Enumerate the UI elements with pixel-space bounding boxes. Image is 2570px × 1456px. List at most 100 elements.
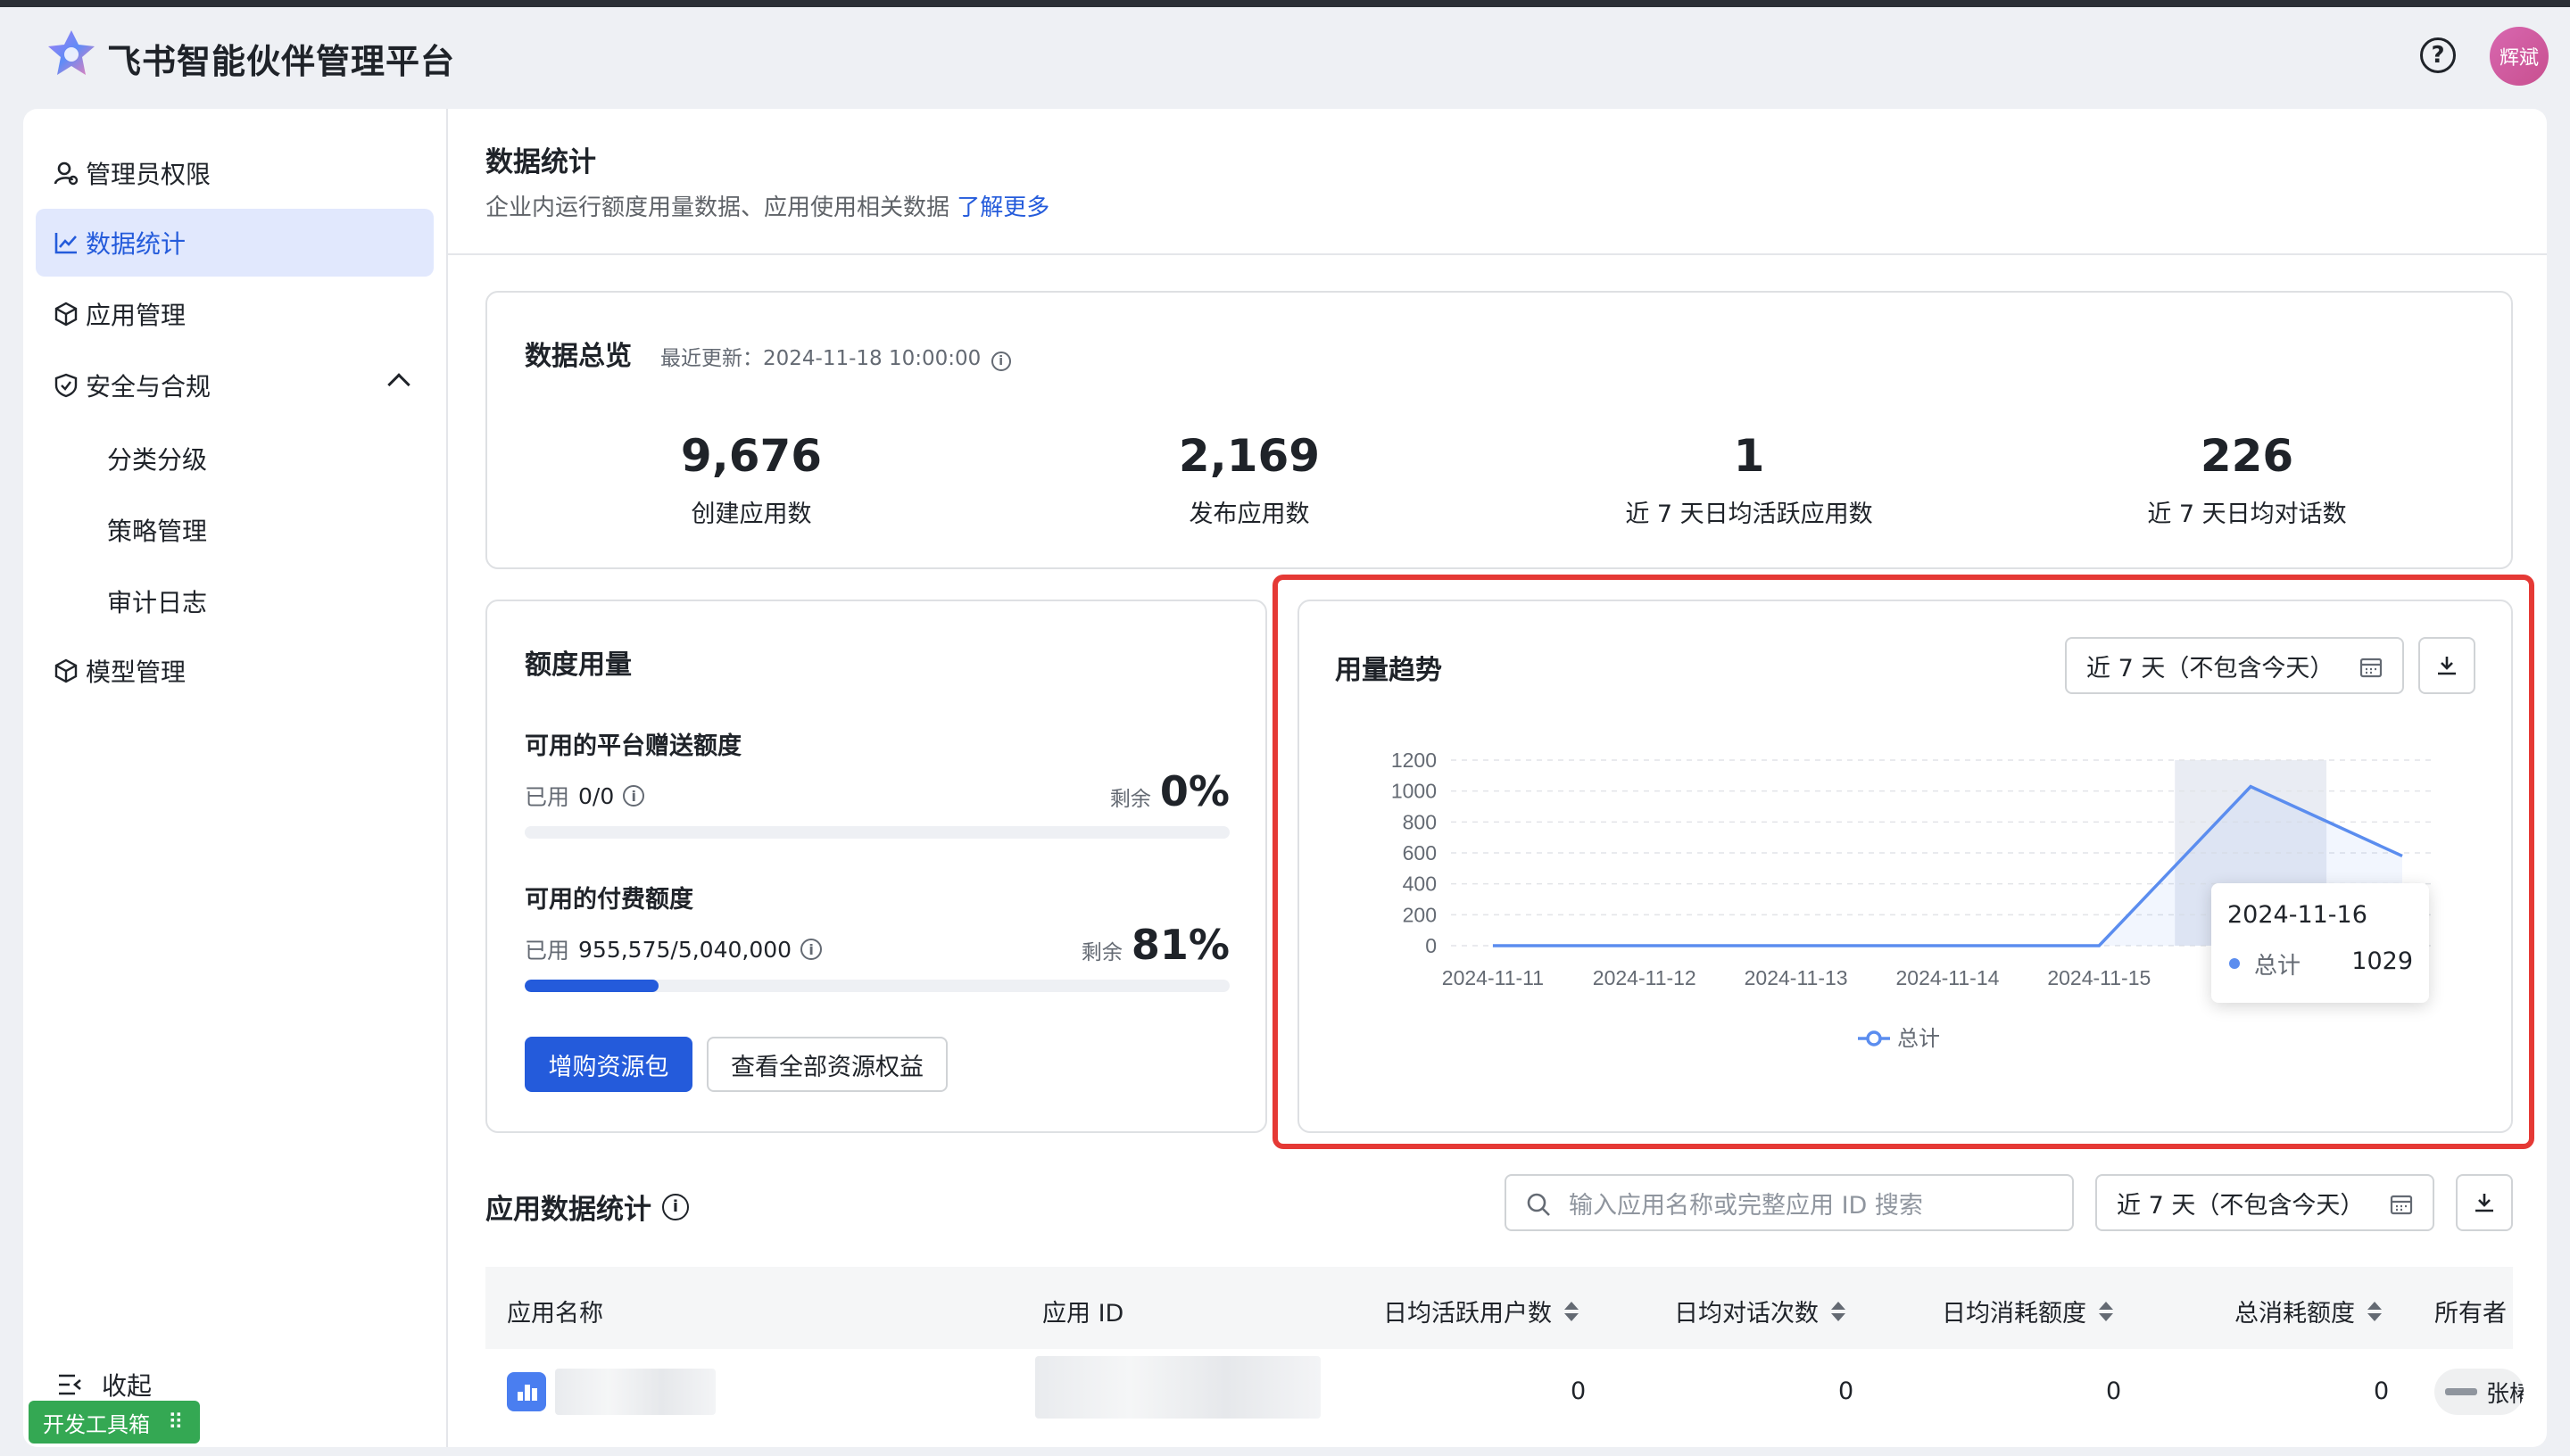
tooltip-series-name: 总计 (2254, 953, 2301, 980)
platform-remaining-value: 0% (1159, 767, 1230, 815)
cell-total-quota: 0 (2374, 1377, 2390, 1405)
stat-published-apps: 2,169 发布应用数 (1062, 430, 1437, 529)
info-icon[interactable]: i (662, 1193, 689, 1220)
sidebar-item-model-management[interactable]: 模型管理 (36, 637, 434, 705)
sort-icon[interactable] (1831, 1301, 1845, 1321)
page-description: 企业内运行额度用量数据、应用使用相关数据 了解更多 (485, 189, 1049, 222)
platform-quota-label: 可用的平台赠送额度 (525, 732, 742, 760)
stat-daily-active-apps: 1 近 7 天日均活跃应用数 (1562, 430, 1936, 529)
stat-value: 226 (2200, 430, 2294, 482)
quota-title: 额度用量 (525, 649, 632, 681)
window-top-bar (0, 0, 2570, 7)
remaining-label: 剩余 (1081, 941, 1123, 964)
x-tick-label: 2024-11-13 (1745, 966, 1848, 989)
y-tick-label: 600 (1403, 841, 1437, 864)
column-active-users[interactable]: 日均活跃用户数 (1383, 1294, 1579, 1328)
paid-quota-bar-fill (525, 980, 659, 992)
y-tick-label: 1200 (1391, 749, 1437, 772)
app-logo-icon (48, 30, 95, 75)
learn-more-link[interactable]: 了解更多 (957, 194, 1049, 221)
help-icon[interactable]: ? (2420, 37, 2456, 73)
sidebar-subitem-audit-log[interactable]: 审计日志 (107, 583, 207, 619)
app-search-input[interactable]: 输入应用名称或完整应用 ID 搜索 (1505, 1174, 2074, 1231)
sort-icon[interactable] (2099, 1301, 2113, 1321)
page-description-text: 企业内运行额度用量数据、应用使用相关数据 (485, 194, 950, 221)
stat-value: 9,676 (680, 430, 823, 482)
column-dialogs[interactable]: 日均对话次数 (1674, 1294, 1845, 1328)
column-daily-quota[interactable]: 日均消耗额度 (1942, 1294, 2113, 1328)
trend-title: 用量趋势 (1335, 655, 1442, 686)
sidebar-item-app-management[interactable]: 应用管理 (36, 280, 434, 348)
shield-icon (54, 373, 78, 398)
x-tick-label: 2024-11-12 (1593, 966, 1696, 989)
column-owner: 所有者 (2434, 1300, 2507, 1328)
app-stats-title: 应用数据统计 i (485, 1187, 689, 1227)
view-all-benefits-button[interactable]: 查看全部资源权益 (707, 1037, 948, 1092)
stat-label: 发布应用数 (1189, 500, 1310, 528)
y-tick-label: 800 (1403, 810, 1437, 833)
y-tick-label: 200 (1403, 903, 1437, 926)
info-icon[interactable]: i (991, 352, 1011, 371)
calendar-icon (2390, 1195, 2413, 1215)
search-icon (1527, 1193, 1550, 1216)
stat-value: 2,169 (1178, 430, 1321, 482)
line-chart-icon (54, 233, 77, 254)
app-stats-date-range-picker[interactable]: 近 7 天（不包含今天） (2095, 1174, 2434, 1231)
overview-title: 数据总览 (525, 341, 632, 372)
download-icon (2438, 657, 2456, 675)
tooltip-series-dot (2229, 958, 2240, 969)
sort-icon[interactable] (1564, 1301, 1579, 1321)
column-app-id: 应用 ID (1042, 1300, 1124, 1328)
paid-quota-remaining: 剩余 81% (525, 921, 1230, 969)
sidebar-subitem-classification[interactable]: 分类分级 (107, 441, 207, 476)
stat-value: 1 (1733, 430, 1765, 482)
owner-avatar (2445, 1388, 2477, 1395)
paid-quota-bar (525, 980, 1230, 992)
devtools-label: 开发工具箱 (43, 1411, 150, 1437)
sidebar-item-label: 数据统计 (86, 229, 187, 259)
owner-chip[interactable]: 张椿 (2434, 1369, 2524, 1415)
collapse-icon (59, 1374, 81, 1395)
app-stats-download-button[interactable] (2456, 1174, 2513, 1231)
column-label: 日均活跃用户数 (1383, 1300, 1552, 1328)
y-tick-label: 400 (1403, 873, 1437, 896)
sidebar-item-label: 模型管理 (86, 658, 187, 687)
sidebar-collapse-button[interactable]: 收起 (57, 1367, 152, 1402)
sidebar-item-security[interactable]: 安全与合规 (36, 352, 434, 419)
stat-created-apps: 9,676 创建应用数 (564, 430, 939, 529)
paid-remaining-value: 81% (1131, 921, 1230, 969)
platform-quota-bar (525, 826, 1230, 839)
column-total-quota[interactable]: 总消耗额度 (2234, 1294, 2382, 1328)
chevron-up-icon[interactable] (387, 373, 410, 396)
stat-label: 创建应用数 (691, 500, 812, 528)
user-admin-icon (54, 161, 79, 186)
app-icon (507, 1372, 546, 1411)
buy-resource-pack-button[interactable]: 增购资源包 (525, 1037, 692, 1092)
sidebar-item-data-stats[interactable]: 数据统计 (36, 209, 434, 277)
page-title: 数据统计 (485, 146, 596, 178)
y-tick-label: 0 (1425, 934, 1437, 957)
sidebar-item-admin[interactable]: 管理员权限 (36, 139, 434, 207)
sort-icon[interactable] (2367, 1301, 2382, 1321)
app-stats-title-text: 应用数据统计 (485, 1194, 651, 1226)
cube-icon (54, 658, 78, 683)
app-id-redacted (1035, 1356, 1321, 1419)
tooltip-value: 1029 (2351, 947, 2413, 975)
devtools-button[interactable]: 开发工具箱 ⠿ (29, 1401, 200, 1444)
drag-handle-icon: ⠿ (168, 1410, 184, 1435)
platform-quota-remaining: 剩余 0% (525, 767, 1230, 815)
tooltip-date: 2024-11-16 (2227, 901, 2367, 929)
trend-download-button[interactable] (2418, 637, 2475, 694)
column-label: 日均消耗额度 (1942, 1300, 2086, 1328)
trend-date-range-picker[interactable]: 近 7 天（不包含今天） (2065, 637, 2404, 694)
column-label: 日均对话次数 (1674, 1300, 1819, 1328)
owner-name: 张椿 (2486, 1380, 2524, 1408)
x-tick-label: 2024-11-14 (1895, 966, 1999, 989)
column-app-name: 应用名称 (507, 1300, 603, 1328)
sidebar-subitem-policy[interactable]: 策略管理 (107, 512, 207, 548)
user-avatar[interactable]: 辉斌 (2490, 27, 2549, 86)
app-title: 飞书智能伙伴管理平台 (107, 42, 456, 81)
legend-marker (1866, 1030, 1882, 1046)
collapse-label: 收起 (102, 1371, 153, 1401)
stat-label: 近 7 天日均活跃应用数 (1625, 500, 1873, 528)
